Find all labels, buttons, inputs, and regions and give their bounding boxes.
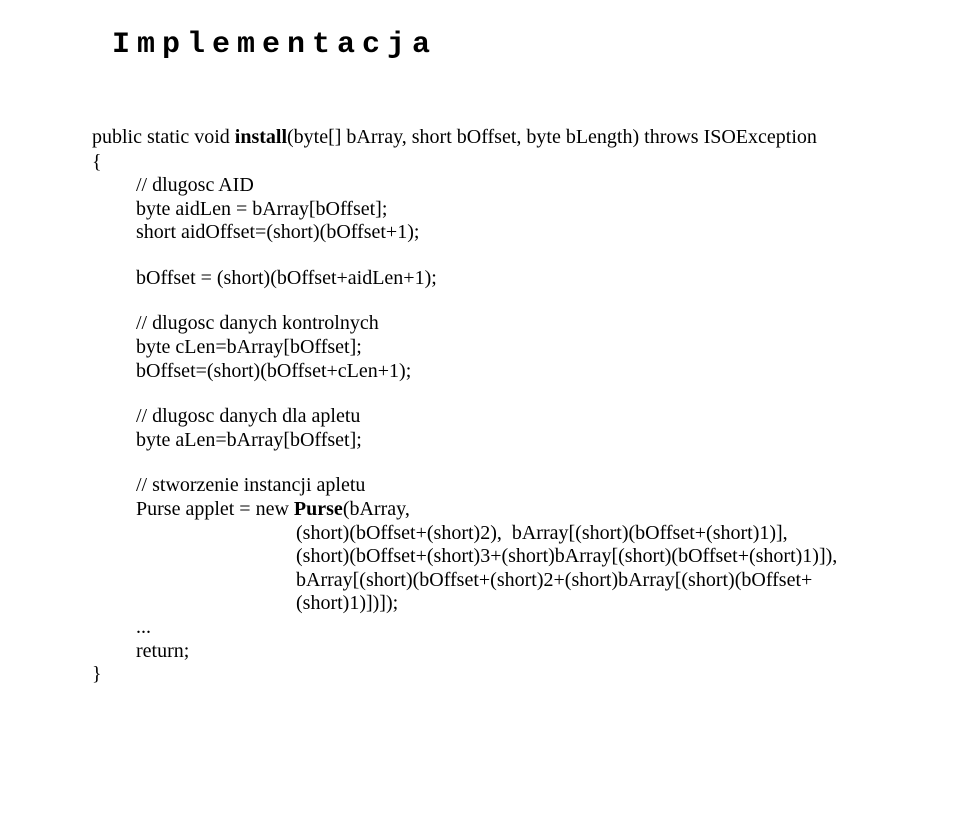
code-line: byte aidLen = bArray[bOffset]; (136, 198, 900, 222)
method-body: // dlugosc AID byte aidLen = bArray[bOff… (136, 174, 900, 663)
code-line: bOffset=(short)(bOffset+cLen+1); (136, 360, 900, 384)
blank-line (136, 290, 900, 312)
code-line: bArray[(short)(bOffset+(short)2+(short)b… (296, 569, 900, 616)
comment: // stworzenie instancji apletu (136, 474, 900, 498)
code-line: bOffset = (short)(bOffset+aidLen+1); (136, 267, 900, 291)
comment: // dlugosc AID (136, 174, 900, 198)
code-line: Purse applet = new Purse(bArray, (136, 498, 900, 522)
close-brace: } (92, 663, 900, 686)
blank-line (136, 383, 900, 405)
open-brace: { (92, 151, 900, 174)
comment: // dlugosc danych dla apletu (136, 405, 900, 429)
method-signature: public static void install(byte[] bArray… (92, 126, 900, 149)
code-line: (short)(bOffset+(short)3+(short)bArray[(… (296, 545, 900, 569)
page-title: Implementacja (112, 28, 900, 62)
return-statement: return; (136, 640, 900, 664)
code-line: (short)(bOffset+(short)2), bArray[(short… (296, 522, 900, 546)
blank-line (136, 245, 900, 267)
class-name: Purse (294, 498, 343, 520)
document-page: Implementacja public static void install… (0, 0, 960, 829)
arguments-block: (short)(bOffset+(short)2), bArray[(short… (296, 522, 900, 616)
code-line: byte cLen=bArray[bOffset]; (136, 336, 900, 360)
method-name: install (235, 126, 287, 148)
sig-prefix: public static void (92, 126, 235, 148)
code-text: Purse applet = new (136, 498, 294, 520)
blank-line (136, 452, 900, 474)
ellipsis: ... (136, 616, 900, 640)
code-line: short aidOffset=(short)(bOffset+1); (136, 221, 900, 245)
code-line: byte aLen=bArray[bOffset]; (136, 429, 900, 453)
sig-params: (byte[] bArray, short bOffset, byte bLen… (287, 126, 817, 148)
code-text: (bArray, (343, 498, 410, 520)
comment: // dlugosc danych kontrolnych (136, 312, 900, 336)
